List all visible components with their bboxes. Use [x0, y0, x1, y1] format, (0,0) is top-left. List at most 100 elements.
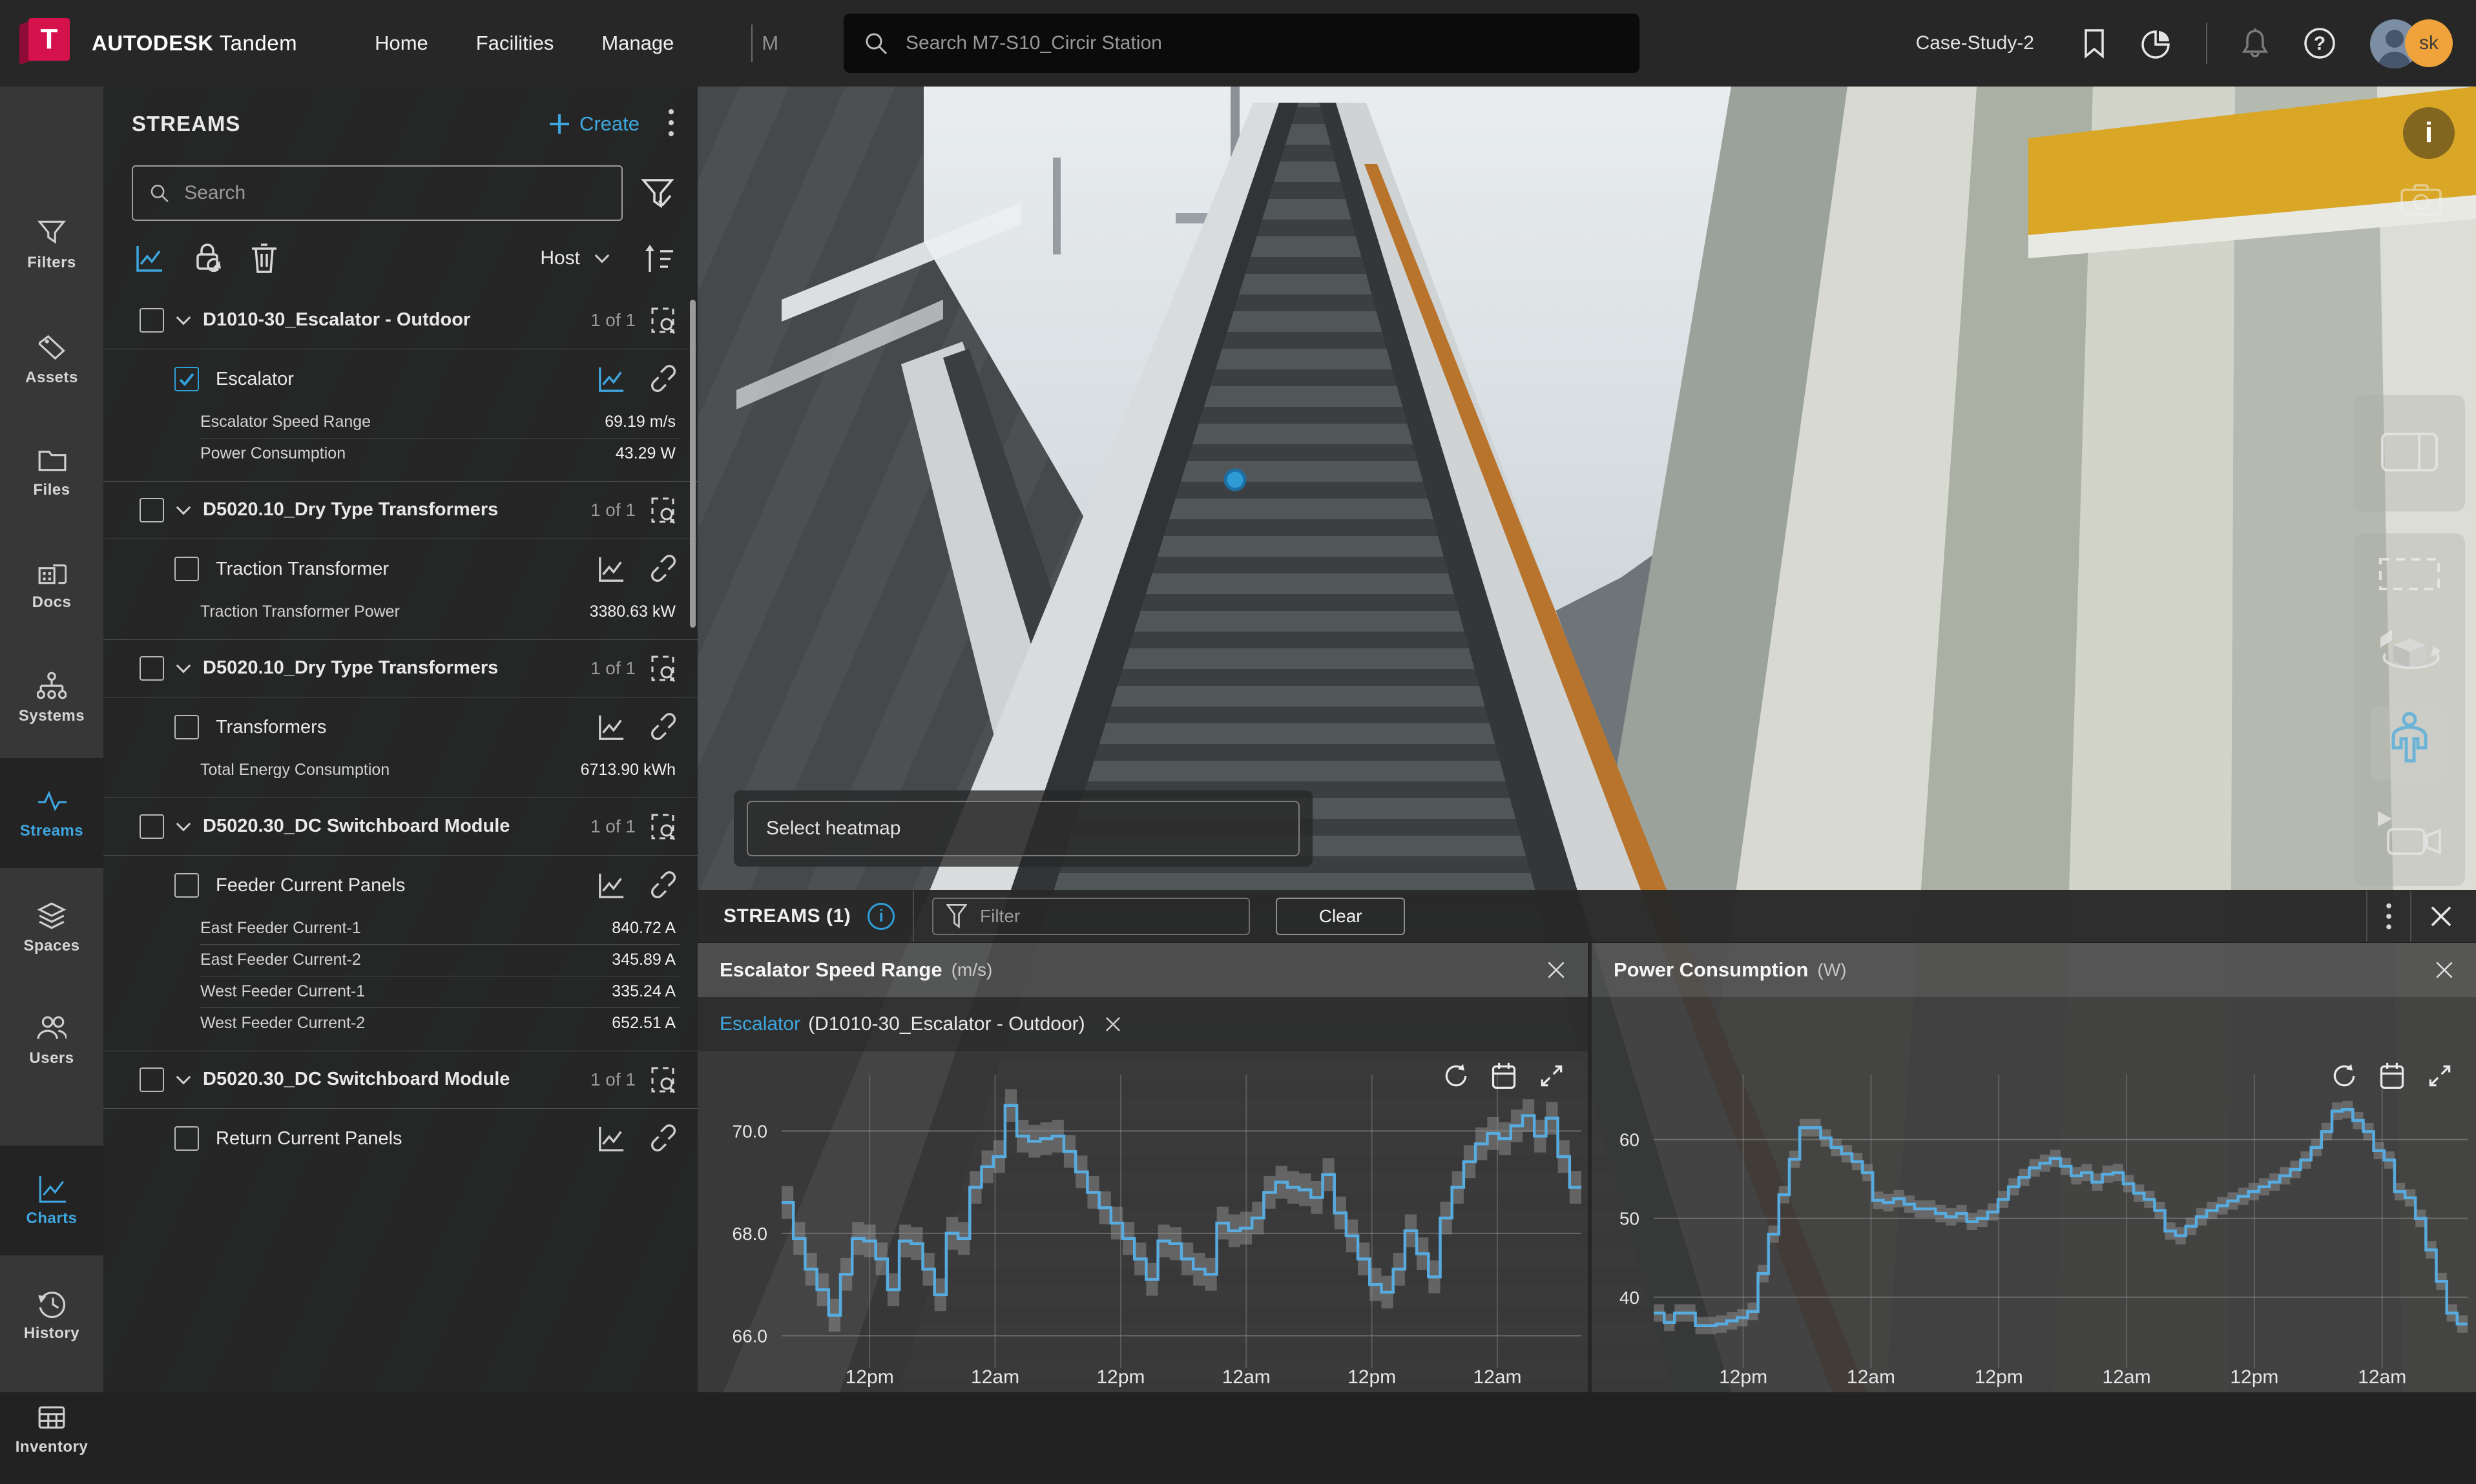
- checkbox[interactable]: [140, 1067, 164, 1092]
- group-header[interactable]: D1010-30_Escalator - Outdoor1 of 1: [103, 292, 698, 349]
- group-header[interactable]: D5020.10_Dry Type Transformers1 of 1: [103, 640, 698, 697]
- refresh-icon[interactable]: [1442, 1062, 1470, 1090]
- checkbox[interactable]: [174, 557, 199, 581]
- chevron-down-icon[interactable]: [176, 1070, 191, 1085]
- stream-chart-icon[interactable]: [597, 871, 625, 900]
- sidebar-item-spaces[interactable]: Spaces: [0, 873, 103, 983]
- help-icon[interactable]: ?: [2303, 26, 2336, 60]
- pie-chart-icon[interactable]: [2141, 28, 2172, 59]
- locate-asset-icon[interactable]: [650, 305, 678, 336]
- stream-link-icon[interactable]: [650, 555, 678, 583]
- selection-box-icon[interactable]: [2378, 557, 2440, 594]
- sidebar-item-files[interactable]: Files: [0, 417, 103, 527]
- sidebar-item-streams[interactable]: Streams: [0, 758, 103, 868]
- checkbox[interactable]: [140, 656, 164, 681]
- locate-asset-icon[interactable]: [650, 1064, 678, 1095]
- menu-manage[interactable]: Manage: [601, 32, 674, 55]
- stream-chart-icon[interactable]: [597, 555, 625, 583]
- global-search-input[interactable]: [906, 32, 1620, 54]
- menu-facilities[interactable]: Facilities: [476, 32, 554, 55]
- select-heatmap-dropdown[interactable]: Select heatmap: [747, 801, 1300, 856]
- expand-icon[interactable]: [1537, 1062, 1566, 1090]
- chevron-down-icon[interactable]: [176, 500, 191, 515]
- sidebar-item-assets[interactable]: Assets: [0, 305, 103, 415]
- tandem-logo[interactable]: T: [19, 18, 75, 68]
- stream-row[interactable]: Feeder Current Panels: [103, 856, 698, 912]
- group-header[interactable]: D5020.30_DC Switchboard Module1 of 1: [103, 798, 698, 856]
- locate-asset-icon[interactable]: [650, 495, 678, 526]
- checkbox[interactable]: [174, 873, 199, 898]
- refresh-icon[interactable]: [2330, 1062, 2358, 1090]
- lock-sync-icon[interactable]: [192, 242, 222, 275]
- sort-order-icon[interactable]: [641, 242, 674, 274]
- stream-link-icon[interactable]: [650, 365, 678, 393]
- viewport-info-button[interactable]: i: [2403, 107, 2455, 159]
- stream-row[interactable]: Traction Transformer: [103, 539, 698, 596]
- group-header[interactable]: D5020.30_DC Switchboard Module1 of 1: [103, 1051, 698, 1109]
- chevron-down-icon[interactable]: [176, 311, 191, 325]
- locate-asset-icon[interactable]: [650, 811, 678, 842]
- checkbox[interactable]: [174, 715, 199, 739]
- checkbox[interactable]: [174, 367, 199, 391]
- close-icon[interactable]: [2435, 960, 2454, 980]
- stream-link-icon[interactable]: [650, 1124, 678, 1153]
- power-chart-area[interactable]: 12pm12am12pm12am12pm12am405060: [1592, 997, 2476, 1392]
- split-view-icon[interactable]: [2380, 432, 2439, 475]
- checkbox[interactable]: [140, 308, 164, 333]
- checkbox[interactable]: [174, 1126, 199, 1151]
- checkbox[interactable]: [140, 498, 164, 522]
- power-consumption-chart[interactable]: 12pm12am12pm12am12pm12am405060: [1592, 997, 2476, 1394]
- create-stream-button[interactable]: Create: [548, 112, 640, 136]
- chevron-down-icon[interactable]: [176, 659, 191, 674]
- close-panel-icon[interactable]: [2429, 905, 2453, 928]
- locate-asset-icon[interactable]: [650, 653, 678, 684]
- menu-home[interactable]: Home: [375, 32, 428, 55]
- charts-filter-box[interactable]: [932, 898, 1250, 935]
- charts-filter-input[interactable]: [980, 906, 1236, 927]
- first-person-walk-icon[interactable]: [2371, 706, 2448, 781]
- chevron-down-icon[interactable]: [595, 249, 610, 263]
- sidebar-item-systems[interactable]: Systems: [0, 643, 103, 753]
- screenshot-camera-icon[interactable]: [2400, 183, 2442, 220]
- stream-link-icon[interactable]: [650, 713, 678, 741]
- camera-view-icon[interactable]: [2374, 807, 2445, 862]
- group-header[interactable]: D5020.10_Dry Type Transformers1 of 1: [103, 482, 698, 539]
- stream-row[interactable]: Return Current Panels: [103, 1109, 698, 1166]
- user-avatar[interactable]: sk: [2370, 16, 2453, 70]
- sidebar-item-charts[interactable]: Charts: [0, 1146, 103, 1255]
- speed-range-chart[interactable]: 12pm12am12pm12am12pm12am66.068.070.0: [698, 1051, 1588, 1394]
- calendar-icon[interactable]: [2378, 1062, 2406, 1090]
- panel-kebab-menu-icon[interactable]: [668, 108, 674, 141]
- stream-row[interactable]: Escalator: [103, 349, 698, 406]
- expand-icon[interactable]: [2426, 1062, 2454, 1090]
- orbit-cube-icon[interactable]: [2374, 621, 2445, 679]
- scrollbar-thumb[interactable]: [690, 300, 696, 628]
- stream-row[interactable]: Transformers: [103, 697, 698, 754]
- stream-chart-icon[interactable]: [597, 365, 625, 393]
- streams-search-input[interactable]: [184, 182, 606, 204]
- stream-link-icon[interactable]: [650, 871, 678, 900]
- trash-icon[interactable]: [251, 242, 278, 274]
- bookmark-icon[interactable]: [2081, 28, 2108, 59]
- speed-chart-area[interactable]: 12pm12am12pm12am12pm12am66.068.070.0: [698, 1051, 1588, 1392]
- global-search[interactable]: [844, 14, 1639, 73]
- close-tab-icon[interactable]: [1105, 1016, 1121, 1033]
- streams-search-box[interactable]: [132, 165, 623, 221]
- checkbox[interactable]: [140, 814, 164, 839]
- chevron-down-icon[interactable]: [176, 817, 191, 832]
- tab-stream-name[interactable]: Escalator: [720, 1013, 800, 1035]
- info-icon[interactable]: i: [868, 903, 895, 930]
- sidebar-item-users[interactable]: Users: [0, 985, 103, 1095]
- chart-stream-tab[interactable]: Escalator (D1010-30_Escalator - Outdoor): [698, 997, 1588, 1051]
- sidebar-item-filters[interactable]: Filters: [0, 190, 103, 300]
- stream-chart-icon[interactable]: [597, 713, 625, 741]
- sidebar-item-inventory[interactable]: Inventory: [0, 1374, 103, 1484]
- notifications-bell-icon[interactable]: [2241, 27, 2269, 59]
- close-icon[interactable]: [1546, 960, 1566, 980]
- sidebar-item-docs[interactable]: Docs: [0, 530, 103, 639]
- host-sort-label[interactable]: Host: [540, 247, 580, 269]
- clear-button[interactable]: Clear: [1276, 898, 1405, 935]
- filter-check-icon[interactable]: [641, 176, 674, 210]
- panel-kebab-menu-icon[interactable]: [2386, 902, 2392, 931]
- chart-view-icon[interactable]: [134, 243, 164, 273]
